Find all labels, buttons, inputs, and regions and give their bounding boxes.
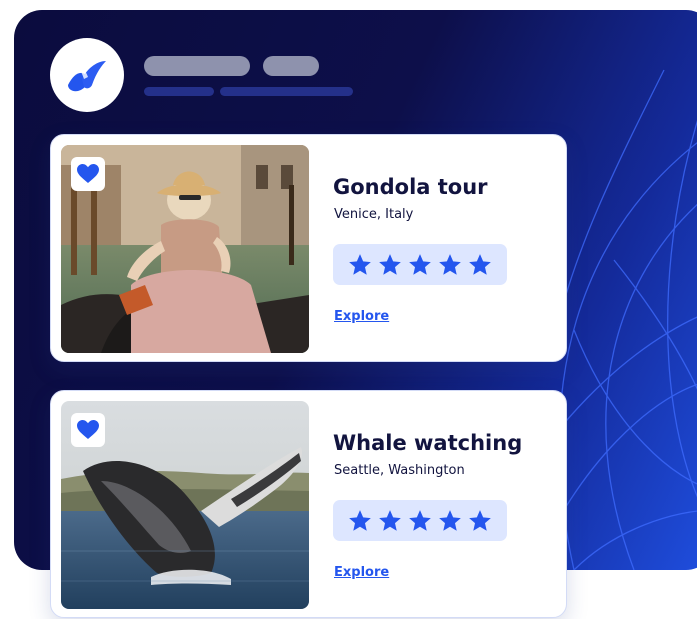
star-rating <box>333 500 507 541</box>
star-icon <box>469 253 491 275</box>
tour-photo <box>61 145 309 353</box>
star-icon <box>349 253 371 275</box>
tour-card: Gondola tour Venice, Italy Explore <box>50 134 567 362</box>
star-icon <box>439 509 461 531</box>
heart-icon <box>77 164 99 183</box>
card-title: Whale watching <box>333 431 523 455</box>
card-location: Venice, Italy <box>334 207 414 222</box>
star-icon <box>349 509 371 531</box>
brand-logo[interactable] <box>50 38 124 112</box>
header-placeholder-pill <box>263 56 319 76</box>
header-placeholder-bar <box>144 87 214 96</box>
card-location: Seattle, Washington <box>334 463 465 478</box>
explore-link[interactable]: Explore <box>334 565 389 580</box>
explore-link[interactable]: Explore <box>334 309 389 324</box>
tour-card: Whale watching Seattle, Washington Explo… <box>50 390 567 618</box>
star-icon <box>469 509 491 531</box>
tour-photo <box>61 401 309 609</box>
header-placeholder-bar <box>220 87 353 96</box>
favorite-button[interactable] <box>71 413 105 447</box>
star-icon <box>439 253 461 275</box>
heart-icon <box>77 420 99 439</box>
star-icon <box>379 253 401 275</box>
favorite-button[interactable] <box>71 157 105 191</box>
card-title: Gondola tour <box>333 175 488 199</box>
star-icon <box>409 509 431 531</box>
star-icon <box>409 253 431 275</box>
star-icon <box>379 509 401 531</box>
star-rating <box>333 244 507 285</box>
brand-swoosh-icon <box>68 61 106 92</box>
header-placeholder-pill <box>144 56 250 76</box>
